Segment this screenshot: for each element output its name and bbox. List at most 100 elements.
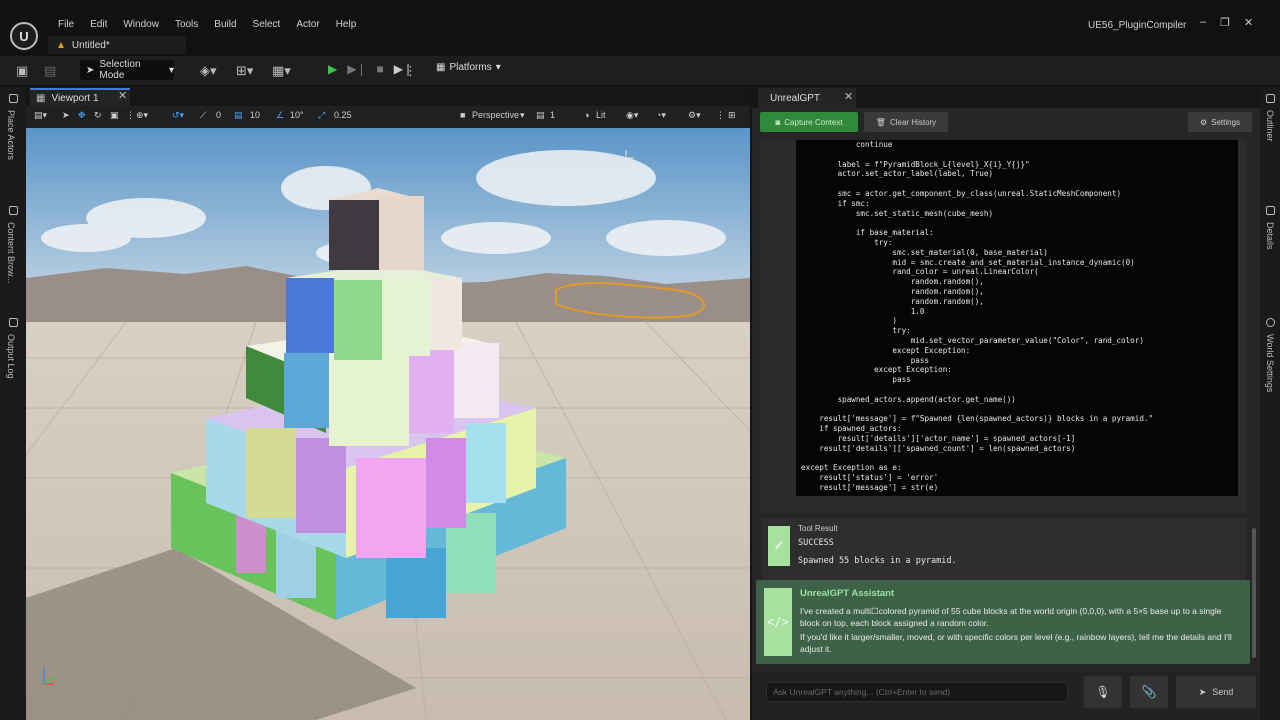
scene-render — [26, 128, 750, 720]
check-icon: ✓ — [768, 526, 790, 566]
microphone-button[interactable]: 🎙 — [1084, 676, 1122, 708]
step-icon[interactable]: ▶❘ — [347, 62, 366, 76]
performance-icon[interactable]: ◔▾ — [656, 110, 666, 121]
unrealgpt-tab[interactable]: UnrealGPT — [758, 88, 856, 108]
menu-help[interactable]: Help — [328, 18, 365, 32]
snap-value[interactable]: 0 — [216, 110, 221, 120]
minimize-icon[interactable]: – — [1200, 16, 1206, 29]
show-flags-icon[interactable]: ◉▾ — [626, 110, 638, 121]
level-tab-label: Untitled* — [71, 39, 110, 51]
world-settings-icon — [1266, 318, 1275, 327]
selection-mode-dropdown[interactable]: ➤ Selection Mode ▾ — [80, 59, 174, 81]
menu-select[interactable]: Select — [245, 18, 289, 32]
rotation-snap-icon[interactable]: ∠ — [276, 110, 284, 121]
tab-world-settings[interactable]: World Settings — [1265, 334, 1275, 392]
blueprints-icon[interactable]: ⊞▾ — [236, 63, 253, 79]
viewport-tab[interactable]: ▦ Viewport 1 — [30, 88, 130, 106]
viewport-icon: ▦ — [36, 92, 46, 104]
code-text: continue label = f"PyramidBlock_L{level}… — [801, 140, 1154, 492]
clear-history-button[interactable]: 🗑 Clear History — [864, 112, 948, 132]
main-menu: File Edit Window Tools Build Select Acto… — [50, 18, 364, 32]
viewport-canvas[interactable] — [26, 128, 750, 720]
place-actors-icon — [9, 94, 18, 103]
close-viewport-icon[interactable]: ✕ — [118, 89, 127, 102]
maximize-icon[interactable]: ❐ — [1220, 16, 1230, 29]
trash-icon: 🗑 — [875, 117, 886, 127]
tab-outliner[interactable]: Outliner — [1265, 110, 1275, 142]
lit-icon: ◑ — [584, 110, 590, 120]
scale-snap-value[interactable]: 0.25 — [334, 110, 352, 120]
play-icon[interactable]: ▶ — [328, 62, 337, 76]
eject-icon[interactable]: ▶❘ — [394, 62, 413, 76]
cinematics-icon[interactable]: ▦▾ — [272, 63, 291, 79]
chat-input[interactable] — [766, 682, 1068, 702]
platforms-icon: ▦ — [436, 62, 446, 73]
save-icon[interactable]: ▣ — [16, 63, 28, 79]
capture-context-label: Capture Context — [784, 117, 843, 127]
lit-dropdown[interactable]: Lit — [596, 110, 606, 120]
assistant-followup-text: If you'd like it larger/smaller, moved, … — [800, 632, 1232, 654]
tool-result-title: Tool Result — [798, 524, 838, 533]
grid-snap-icon[interactable]: ▤ — [234, 110, 243, 121]
play-controls: ▶ ▶❘ ■ ▶❘ — [328, 62, 413, 76]
platforms-dropdown[interactable]: ▦ Platforms ▾ — [436, 62, 501, 73]
chevron-down-icon: ▾ — [495, 62, 501, 73]
tool-result-status: SUCCESS — [798, 538, 834, 548]
more-tools-icon[interactable]: ⋮ — [126, 110, 135, 121]
capture-context-button[interactable]: ◙ Capture Context — [760, 112, 858, 132]
perspective-dropdown[interactable]: Perspective — [472, 110, 519, 120]
chevron-down-icon: ▾ — [520, 110, 525, 120]
unreal-logo-icon[interactable]: U — [10, 22, 38, 50]
send-button[interactable]: ➤ Send — [1176, 676, 1256, 708]
tab-place-actors[interactable]: Place Actors — [6, 110, 16, 160]
attach-button[interactable]: 📎 — [1130, 676, 1168, 708]
menu-file[interactable]: File — [50, 18, 82, 32]
menu-edit[interactable]: Edit — [82, 18, 115, 32]
viewport-toolbar: ▤▾ ➤ ✥ ↻ ▣ ⋮ ⊕▾ ↺▾ ⟋ 0 ▤ 10 ∠ 10° ⤢ 0.25… — [26, 106, 750, 128]
code-message: continue label = f"PyramidBlock_L{level}… — [760, 140, 1246, 512]
camera-icon: ◙ — [775, 117, 781, 127]
rotate-tool-icon[interactable]: ↻ — [94, 110, 102, 121]
details-icon — [1266, 206, 1275, 215]
menu-actor[interactable]: Actor — [288, 18, 327, 32]
tab-details[interactable]: Details — [1265, 222, 1275, 250]
content-browser-icon — [9, 206, 18, 215]
stop-icon[interactable]: ■ — [377, 62, 384, 76]
surface-snap-icon[interactable]: ↺▾ — [172, 110, 184, 121]
level-document-tab[interactable]: ▲ Untitled* — [48, 36, 186, 54]
microphone-icon: 🎙 — [1095, 685, 1111, 699]
scale-snap-icon[interactable]: ⤢ — [318, 110, 325, 121]
viewport-options-icon[interactable]: ▤▾ — [34, 110, 47, 121]
send-label: Send — [1212, 687, 1234, 697]
tab-output-log[interactable]: Output Log — [6, 334, 16, 379]
gear-icon: ⚙ — [1199, 117, 1208, 127]
close-unrealgpt-icon[interactable]: ✕ — [844, 90, 853, 103]
grid-size-value[interactable]: 10 — [250, 110, 260, 120]
viewport-tab-label: Viewport 1 — [51, 92, 99, 104]
chat-scrollbar[interactable] — [1252, 528, 1256, 658]
add-actor-icon[interactable]: ◈▾ — [200, 63, 217, 79]
layout-icon[interactable]: ⊞ — [728, 110, 736, 121]
select-tool-icon[interactable]: ➤ — [62, 110, 70, 121]
translate-tool-icon[interactable]: ✥ — [78, 110, 86, 121]
menu-window[interactable]: Window — [115, 18, 167, 32]
rotation-snap-value[interactable]: 10° — [290, 110, 304, 120]
settings-button[interactable]: ⚙ Settings — [1188, 112, 1252, 132]
viewport-more-icon[interactable]: ⋮ — [716, 110, 725, 121]
menu-tools[interactable]: Tools — [167, 18, 206, 32]
tab-content-browser[interactable]: Content Brow... — [6, 222, 16, 284]
layers-icon: ▤ — [536, 110, 545, 120]
code-block[interactable]: continue label = f"PyramidBlock_L{level}… — [796, 140, 1238, 496]
source-control-icon[interactable]: ▤ — [44, 63, 56, 79]
snap-icon[interactable]: ⟋ — [200, 110, 206, 121]
left-side-tabs: Place Actors Content Brow... Output Log — [0, 86, 26, 720]
paperclip-icon: 📎 — [1141, 685, 1157, 699]
scale-tool-icon[interactable]: ▣ — [110, 110, 119, 121]
viewport-settings-icon[interactable]: ⚙▾ — [688, 110, 701, 121]
close-window-icon[interactable]: ✕ — [1244, 16, 1253, 29]
world-space-icon[interactable]: ⊕▾ — [136, 110, 148, 121]
unrealgpt-tab-bar: UnrealGPT ✕ — [752, 86, 1260, 108]
outliner-icon — [1266, 94, 1275, 103]
layers-value[interactable]: 1 — [550, 110, 555, 120]
menu-build[interactable]: Build — [206, 18, 244, 32]
